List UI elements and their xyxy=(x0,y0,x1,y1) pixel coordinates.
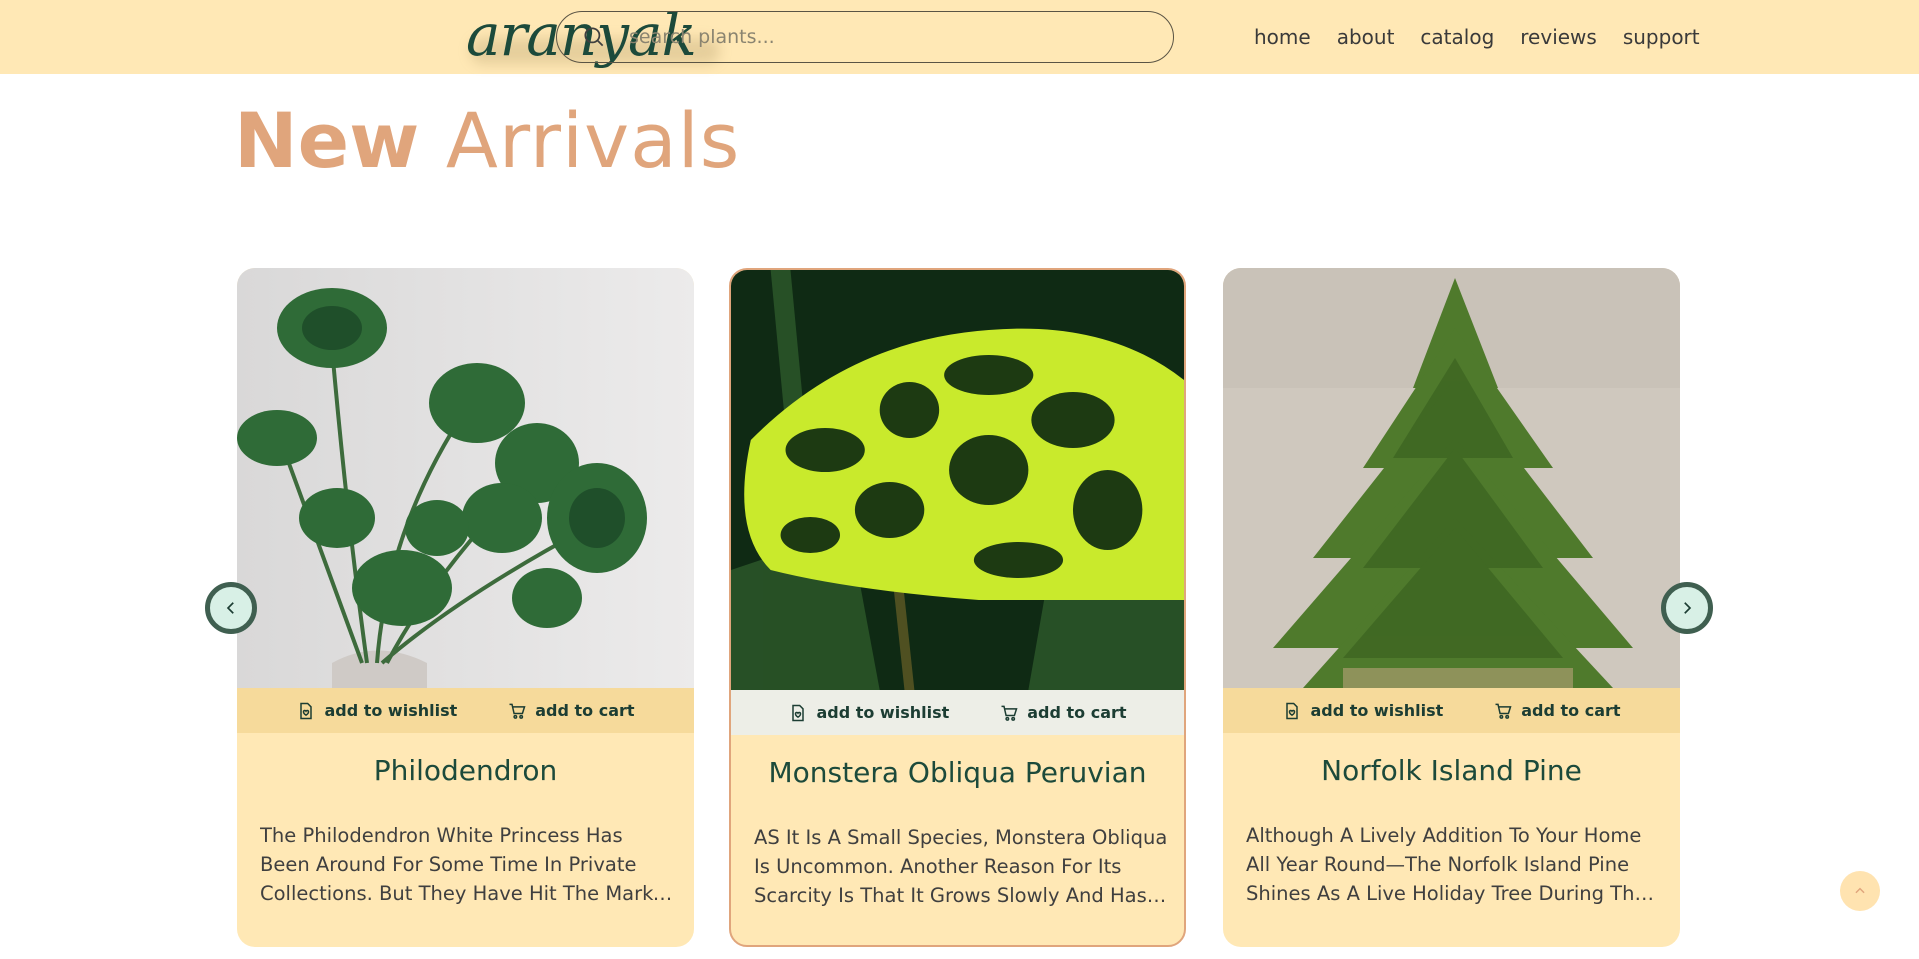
site-header: aranyak home about catalog reviews suppo… xyxy=(0,0,1919,74)
nav-reviews[interactable]: reviews xyxy=(1520,25,1597,49)
nav-about[interactable]: about xyxy=(1337,25,1395,49)
plant-photo xyxy=(237,268,694,688)
product-image-norfolk-pine[interactable] xyxy=(1223,268,1680,688)
logo[interactable]: aranyak xyxy=(232,0,720,74)
card-actions: add to wishlist add to cart xyxy=(1223,688,1680,733)
card-actions: add to wishlist add to cart xyxy=(237,688,694,733)
carousel-prev-button[interactable] xyxy=(205,582,257,634)
wishlist-icon xyxy=(1286,702,1299,719)
cart-icon xyxy=(1001,705,1018,721)
wishlist-label: add to wishlist xyxy=(1310,701,1444,720)
chevron-left-icon xyxy=(226,602,234,614)
chevron-up-icon xyxy=(1855,887,1865,894)
page-title-light: Arrivals xyxy=(445,96,741,185)
cart-label: add to cart xyxy=(1027,703,1127,722)
product-description: The Philodendron White Princess Has Been… xyxy=(260,824,673,905)
add-to-wishlist-button[interactable]: add to wishlist xyxy=(1282,701,1443,721)
search-icon[interactable] xyxy=(581,24,607,50)
product-description: Although A Lively Addition To Your Home … xyxy=(1246,824,1647,905)
cart-label: add to cart xyxy=(1521,701,1621,720)
carousel-next-button[interactable] xyxy=(1661,582,1713,634)
nav-catalog[interactable]: catalog xyxy=(1420,25,1494,49)
plant-photo xyxy=(1223,268,1680,688)
nav-home[interactable]: home xyxy=(1254,25,1311,49)
search-input[interactable] xyxy=(629,26,1149,48)
main-nav: home about catalog reviews support xyxy=(1254,0,1700,74)
wishlist-icon xyxy=(300,702,313,719)
page-title-bold: New xyxy=(234,96,420,185)
product-image-philodendron[interactable] xyxy=(237,268,694,688)
wishlist-icon xyxy=(792,704,805,721)
add-to-cart-button[interactable]: add to cart xyxy=(507,701,635,721)
product-card-norfolk-pine[interactable]: add to wishlist add to cart Norfolk Isla… xyxy=(1223,268,1680,947)
product-image-monstera-obliqua[interactable] xyxy=(731,270,1184,690)
add-to-wishlist-button[interactable]: add to wishlist xyxy=(788,703,949,723)
search-bar[interactable] xyxy=(556,11,1174,63)
cart-icon xyxy=(509,703,526,719)
product-name[interactable]: Philodendron xyxy=(237,754,694,787)
add-to-cart-button[interactable]: add to cart xyxy=(999,703,1127,723)
page-title: New Arrivals xyxy=(234,96,740,186)
product-name[interactable]: Monstera Obliqua Peruvian xyxy=(731,756,1184,789)
scroll-to-top-button[interactable] xyxy=(1840,871,1880,911)
wishlist-label: add to wishlist xyxy=(816,703,950,722)
add-to-wishlist-button[interactable]: add to wishlist xyxy=(296,701,457,721)
cart-icon xyxy=(1495,703,1512,719)
product-card-monstera-obliqua[interactable]: add to wishlist add to cart Monstera Obl… xyxy=(729,268,1186,947)
add-to-cart-button[interactable]: add to cart xyxy=(1493,701,1621,721)
product-description: AS It Is A Small Species, Monstera Obliq… xyxy=(754,826,1168,907)
card-actions: add to wishlist add to cart xyxy=(731,690,1184,735)
product-name[interactable]: Norfolk Island Pine xyxy=(1223,754,1680,787)
nav-support[interactable]: support xyxy=(1623,25,1700,49)
wishlist-label: add to wishlist xyxy=(324,701,458,720)
plant-photo xyxy=(731,270,1184,690)
chevron-right-icon xyxy=(1684,602,1692,614)
cart-label: add to cart xyxy=(535,701,635,720)
product-card-philodendron[interactable]: add to wishlist add to cart Philodendron… xyxy=(237,268,694,947)
